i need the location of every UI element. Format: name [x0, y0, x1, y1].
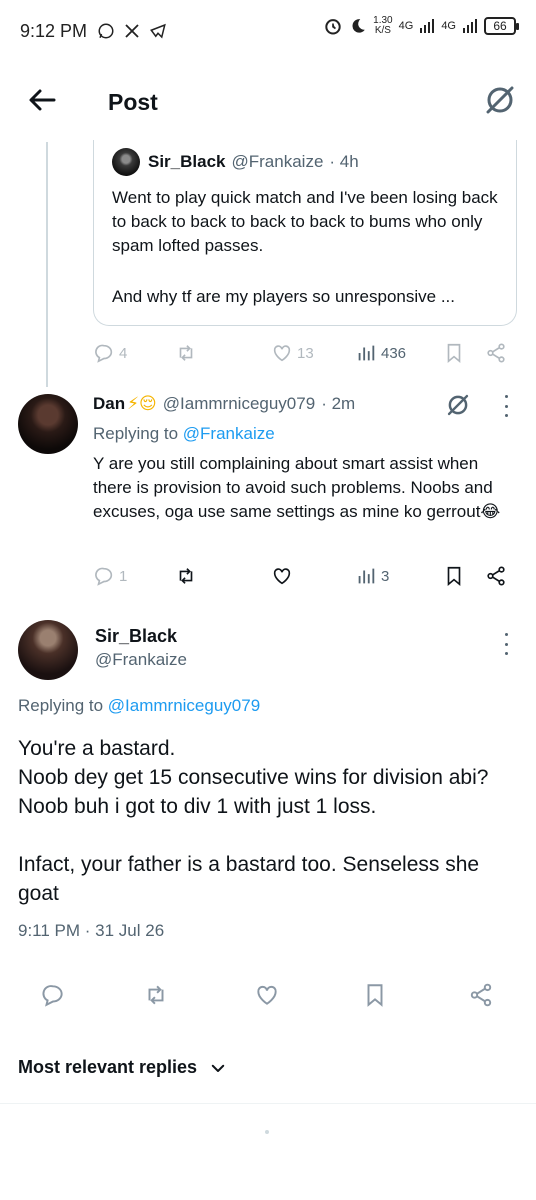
views-icon [358, 568, 375, 584]
share-icon [487, 566, 505, 586]
reply-actions: 1 3 [93, 561, 513, 591]
bookmark-button[interactable] [443, 342, 465, 364]
bookmark-icon [447, 343, 461, 364]
reply-author-handle: @Iammrniceguy079 [162, 394, 316, 413]
status-bar: 9:12 PM 1.30 K/S 4G 4G 66 [0, 0, 536, 62]
top-app-bar: Post [0, 62, 536, 142]
sort-label: Most relevant replies [18, 1057, 198, 1077]
repost-icon[interactable] [143, 982, 169, 1008]
reply-text: Y are you still complaining about smart … [93, 454, 501, 521]
parent-tweet-actions-right: 436 [93, 338, 513, 368]
x-logo-icon [125, 24, 139, 38]
bookmark-icon [447, 566, 461, 587]
avatar [112, 148, 140, 176]
loading-indicator [265, 1130, 269, 1134]
signal-label-1: 4G [398, 20, 414, 32]
quoted-tweet-text-2: And why tf are my players so unresponsiv… [112, 287, 455, 306]
avatar[interactable] [18, 394, 78, 454]
signal-icon [420, 19, 435, 33]
main-author-handle: @Frankaize [95, 650, 187, 669]
reply-icon [95, 567, 113, 586]
main-author-name[interactable]: Sir_Black [95, 626, 177, 647]
moon-icon [352, 19, 365, 33]
views-count: 3 [381, 567, 390, 585]
chevron-down-icon [211, 1064, 225, 1072]
main-tweet-actions [0, 982, 536, 1012]
views-count: 436 [381, 344, 407, 362]
telegram-icon [150, 23, 166, 39]
quoted-tweet-time: · 4h [329, 152, 359, 171]
main-tweet-text: You're a bastard. Noob dey get 15 consec… [18, 737, 489, 905]
quoted-tweet-text: Went to play quick match and I've been l… [112, 188, 498, 255]
views-button[interactable]: 3 [355, 565, 389, 587]
quoted-author-name: Sir_Black [148, 152, 226, 171]
main-tweet-timestamp: 9:11 PM · 31 Jul 26 [18, 921, 165, 940]
grok-icon[interactable] [484, 84, 516, 116]
signal-label-2: 4G [441, 20, 456, 32]
quoted-tweet-header: Sir_Black @Frankaize · 4h [112, 148, 359, 176]
reply-header: Dan ⚡😌 @Iammrniceguy079 · 2m [93, 394, 355, 414]
share-button[interactable] [485, 565, 507, 587]
bookmark-icon[interactable] [362, 982, 388, 1008]
reply-sort-dropdown[interactable]: Most relevant replies [18, 1057, 227, 1078]
grok-icon[interactable] [445, 392, 471, 418]
reply-count: 1 [119, 567, 128, 585]
more-options-icon[interactable] [503, 633, 509, 655]
quoted-tweet-card[interactable]: Sir_Black @Frankaize · 4h Went to play q… [93, 140, 517, 326]
more-options-icon[interactable] [503, 395, 509, 417]
back-arrow-icon[interactable] [26, 84, 58, 116]
battery-icon: 66 [484, 17, 519, 35]
reply-author-name[interactable]: Dan [93, 394, 125, 414]
views-icon [358, 345, 375, 361]
quoted-author-handle: @Frankaize [231, 152, 324, 171]
replying-to-link[interactable]: @Iammrniceguy079 [108, 696, 260, 715]
repost-button[interactable] [175, 565, 197, 587]
replying-to-link[interactable]: @Frankaize [183, 424, 275, 443]
reply-author-emoji: ⚡😌 [127, 394, 157, 413]
share-icon [487, 343, 505, 363]
heart-icon[interactable] [254, 982, 280, 1008]
like-button[interactable] [271, 565, 293, 587]
reply-button[interactable]: 1 [93, 565, 127, 587]
share-button[interactable] [485, 342, 507, 364]
bookmark-button[interactable] [443, 565, 465, 587]
status-time: 9:12 PM [20, 20, 88, 41]
net-speed: 1.30 K/S [373, 15, 393, 36]
replying-to-line: Replying to @Iammrniceguy079 [18, 696, 261, 715]
divider [0, 1103, 536, 1104]
whatsapp-icon [98, 23, 114, 39]
status-app-icons [97, 22, 167, 40]
views-button[interactable]: 436 [355, 342, 406, 364]
repost-icon [179, 568, 193, 584]
share-icon[interactable] [468, 982, 494, 1008]
heart-icon [273, 568, 291, 585]
avatar[interactable] [18, 620, 78, 680]
status-system-icons: 1.30 K/S 4G 4G 66 [323, 15, 519, 36]
alarm-icon [325, 19, 341, 35]
signal-icon-2 [463, 19, 477, 33]
page-title: Post [108, 89, 158, 115]
reply-icon[interactable] [40, 982, 66, 1008]
thread-connector [46, 142, 48, 387]
reply-time: · 2m [321, 394, 356, 413]
replying-to-line: Replying to @Frankaize [93, 424, 275, 443]
